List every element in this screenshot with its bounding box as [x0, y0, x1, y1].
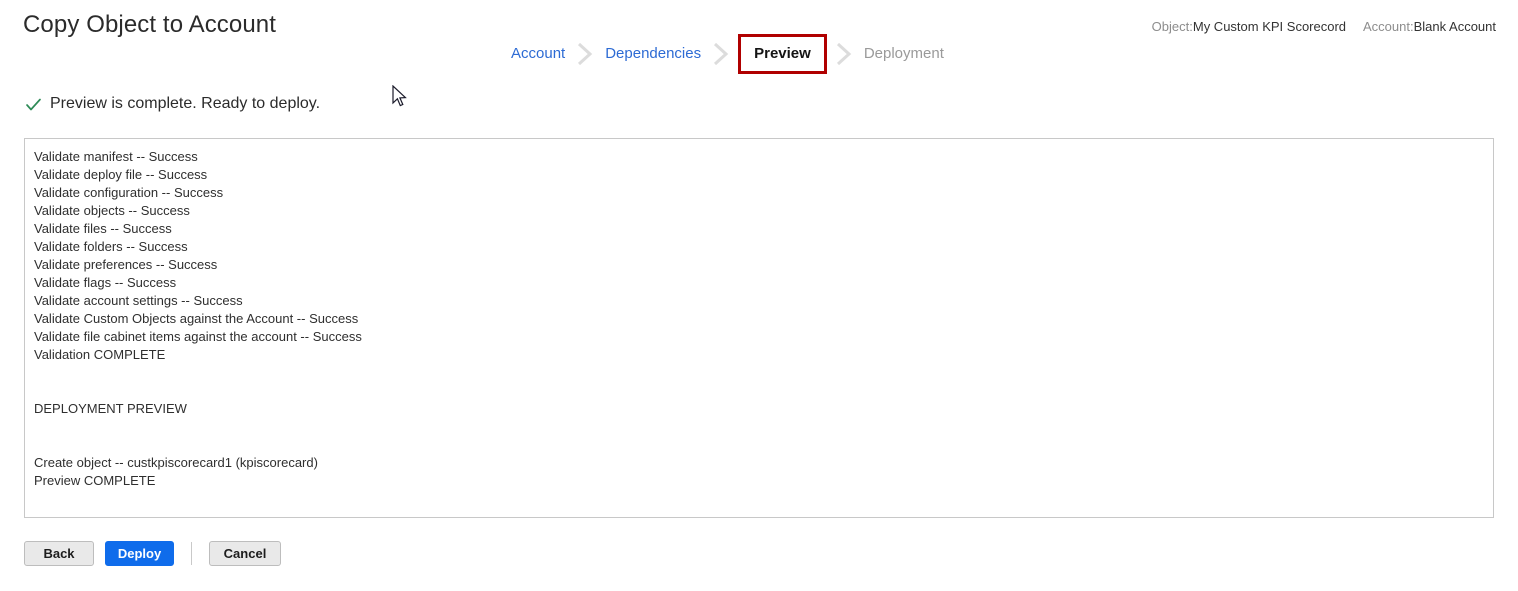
log-line: Validate objects -- Success: [34, 203, 190, 218]
cancel-button[interactable]: Cancel: [209, 541, 281, 566]
log-line: Validate manifest -- Success: [34, 149, 198, 164]
step-account[interactable]: Account: [508, 44, 568, 64]
page-header: Copy Object to Account Account Dependenc…: [0, 0, 1518, 86]
mouse-cursor-icon: [392, 85, 407, 107]
status-banner: Preview is complete. Ready to deploy.: [25, 95, 320, 113]
chevron-right-icon: [827, 41, 861, 67]
log-line: Validate file cabinet items against the …: [34, 329, 362, 344]
chevron-right-icon: [704, 41, 738, 67]
log-line: Preview COMPLETE: [34, 473, 156, 488]
step-deployment: Deployment: [863, 45, 944, 62]
log-line: Validate preferences -- Success: [34, 257, 218, 272]
log-line: Validation COMPLETE: [34, 347, 166, 362]
log-line: DEPLOYMENT PREVIEW: [34, 401, 187, 416]
footer-actions: Back Deploy Cancel: [24, 541, 281, 566]
log-line: Validate Custom Objects against the Acco…: [34, 311, 359, 326]
chevron-right-icon: [568, 41, 602, 67]
meta-account: Account:Blank Account: [1363, 19, 1496, 34]
page-title: Copy Object to Account: [23, 11, 277, 38]
preview-log-lines: Validate manifest -- Success Validate dep…: [25, 139, 1493, 490]
step-dependencies[interactable]: Dependencies: [602, 44, 704, 64]
log-line: Create object -- custkpiscorecard1 (kpis…: [34, 455, 318, 470]
preview-log-panel[interactable]: Validate manifest -- Success Validate dep…: [24, 138, 1494, 518]
meta-account-label: Account:: [1363, 19, 1414, 34]
log-line: Validate folders -- Success: [34, 239, 188, 254]
meta-object-label: Object:: [1151, 19, 1193, 34]
log-line: Validate deploy file -- Success: [34, 167, 208, 182]
deploy-button[interactable]: Deploy: [105, 541, 174, 566]
log-line: Validate account settings -- Success: [34, 293, 243, 308]
meta-object-value: My Custom KPI Scorecord: [1192, 19, 1347, 34]
log-line: Validate configuration -- Success: [34, 185, 224, 200]
log-line: Validate files -- Success: [34, 221, 172, 236]
step-preview[interactable]: Preview: [738, 34, 827, 74]
wizard-stepper: Account Dependencies Preview Deployment: [508, 33, 947, 75]
status-message: Preview is complete. Ready to deploy.: [50, 95, 321, 112]
meta-account-value: Blank Account: [1413, 19, 1496, 34]
log-line: Validate flags -- Success: [34, 275, 177, 290]
meta-object: Object:My Custom KPI Scorecord: [1152, 19, 1346, 34]
button-divider: [191, 542, 192, 565]
check-icon: [26, 98, 41, 110]
back-button[interactable]: Back: [24, 541, 94, 566]
context-meta: Object:My Custom KPI Scorecord Account:B…: [1152, 19, 1496, 34]
